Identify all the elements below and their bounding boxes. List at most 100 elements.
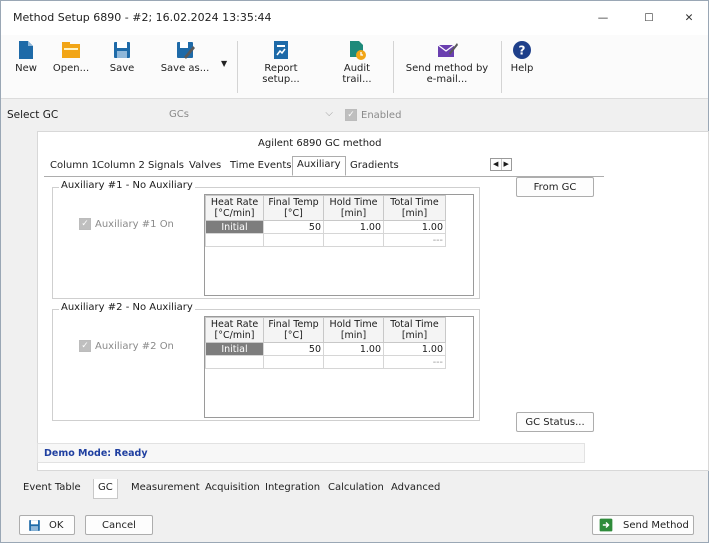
table-row[interactable]: Initial 50 1.00 1.00 [205, 220, 446, 234]
final-temp-cell[interactable] [263, 233, 324, 247]
chevron-down-icon: ⌵ [325, 108, 333, 119]
hold-time-cell[interactable]: 1.00 [323, 342, 384, 356]
final-temp-header: Final Temp [°C] [263, 317, 324, 343]
method-setup-window: Method Setup 6890 - #2; 16.02.2024 13:35… [0, 0, 709, 543]
heat-rate-cell[interactable] [205, 233, 264, 247]
hold-time-cell[interactable]: 1.00 [323, 220, 384, 234]
new-label: New [15, 63, 37, 74]
email-icon [437, 43, 458, 57]
heat-rate-cell[interactable]: Initial [205, 220, 264, 234]
tab-advanced[interactable]: Advanced [387, 479, 444, 499]
tab-valves[interactable]: Valves [185, 158, 225, 176]
report-setup-label: Report setup... [262, 63, 300, 85]
checkmark-icon: ✓ [345, 109, 357, 121]
final-temp-cell[interactable]: 50 [263, 342, 324, 356]
table-row[interactable]: Initial 50 1.00 1.00 [205, 342, 446, 356]
table-row[interactable]: --- [205, 355, 446, 369]
close-button[interactable]: ✕ [666, 1, 709, 35]
auxiliary-1-title: Auxiliary #1 - No Auxiliary [59, 180, 195, 191]
auxiliary-2-group: Auxiliary #2 - No Auxiliary ✓ Auxiliary … [52, 302, 480, 421]
tab-integration[interactable]: Integration [261, 479, 324, 499]
checkmark-icon: ✓ [79, 340, 91, 352]
select-gc-label: Select GC [7, 109, 59, 121]
new-document-icon [19, 41, 33, 59]
gc-status-button[interactable]: GC Status... [516, 412, 594, 432]
save-button[interactable]: Save [105, 35, 139, 99]
help-button[interactable]: ? Help [507, 35, 537, 99]
heat-rate-cell[interactable]: Initial [205, 342, 264, 356]
method-panel: Agilent 6890 GC method Column 1 Column 2… [37, 131, 709, 471]
send-icon [599, 518, 613, 532]
send-method-email-button[interactable]: Send method by e-mail... [401, 35, 493, 99]
total-time-cell: 1.00 [383, 220, 446, 234]
scroll-right-icon[interactable]: ▶ [502, 159, 512, 170]
send-method-label-2: e-mail... [426, 74, 468, 85]
heat-rate-header: Heat Rate [°C/min] [205, 317, 264, 343]
auxiliary-1-checkbox-label: Auxiliary #1 On [95, 218, 174, 230]
enabled-checkbox[interactable]: ✓ Enabled [345, 109, 401, 121]
gc-select[interactable]: GCs ⌵ [167, 106, 337, 125]
save-as-dropdown-icon[interactable]: ▼ [221, 59, 227, 68]
table-header-row: Heat Rate [°C/min] Final Temp [°C] Hold Ti… [205, 195, 446, 221]
tab-signals[interactable]: Signals [144, 158, 188, 176]
tab-measurement[interactable]: Measurement [127, 479, 204, 499]
tab-auxiliary[interactable]: Auxiliary [292, 156, 346, 176]
auxiliary-2-checkbox[interactable]: ✓ Auxiliary #2 On [79, 340, 174, 352]
audit-trail-button[interactable]: Audit trail... [329, 35, 385, 99]
save-disk-icon [114, 42, 130, 58]
window-title: Method Setup 6890 - #2; 16.02.2024 13:35… [13, 11, 272, 24]
footer: OK Cancel Send Method [1, 505, 708, 543]
new-button[interactable]: New [9, 35, 43, 99]
auxiliary-1-checkbox[interactable]: ✓ Auxiliary #1 On [79, 218, 174, 230]
send-method-button[interactable]: Send Method [592, 515, 694, 535]
save-as-icon [177, 42, 195, 59]
hold-time-cell[interactable] [323, 233, 384, 247]
audit-trail-icon [350, 41, 366, 60]
cancel-button[interactable]: Cancel [85, 515, 153, 535]
save-disk-icon [29, 519, 40, 531]
ok-button[interactable]: OK [19, 515, 75, 535]
tab-time-events[interactable]: Time Events [226, 158, 296, 176]
scroll-left-icon[interactable]: ◀ [491, 159, 502, 170]
method-heading: Agilent 6890 GC method [258, 138, 382, 149]
report-setup-button[interactable]: Report setup... [245, 35, 317, 99]
ok-label: OK [49, 519, 64, 531]
help-icon: ? [513, 41, 531, 59]
open-folder-icon [62, 42, 80, 58]
open-button[interactable]: Open... [49, 35, 93, 99]
total-time-header: Total Time [min] [383, 317, 446, 343]
total-time-header: Total Time [min] [383, 195, 446, 221]
tab-gc[interactable]: GC [93, 479, 118, 499]
save-label: Save [109, 63, 135, 74]
hold-time-cell[interactable] [323, 355, 384, 369]
auxiliary-2-title: Auxiliary #2 - No Auxiliary [59, 302, 195, 313]
checkmark-icon: ✓ [79, 218, 91, 230]
tab-calculation[interactable]: Calculation [324, 479, 388, 499]
total-time-cell: --- [383, 233, 446, 247]
minimize-button[interactable]: — [580, 1, 626, 35]
save-as-button[interactable]: Save as... ▼ [151, 35, 227, 99]
open-label: Open... [52, 63, 90, 74]
final-temp-cell[interactable]: 50 [263, 220, 324, 234]
tab-event-table[interactable]: Event Table [19, 479, 85, 499]
auxiliary-1-group: Auxiliary #1 - No Auxiliary ✓ Auxiliary … [52, 180, 480, 299]
toolbar-separator [501, 41, 502, 93]
status-bar: Demo Mode: Ready [37, 443, 585, 463]
auxiliary-2-table[interactable]: Heat Rate [°C/min] Final Temp [°C] Hold Ti… [204, 316, 474, 418]
send-method-label: Send Method [623, 519, 689, 531]
auxiliary-2-checkbox-label: Auxiliary #2 On [95, 340, 174, 352]
auxiliary-1-table[interactable]: Heat Rate [°C/min] Final Temp [°C] Hold Ti… [204, 194, 474, 296]
from-gc-button[interactable]: From GC [516, 177, 594, 197]
heat-rate-header: Heat Rate [°C/min] [205, 195, 264, 221]
title-bar: Method Setup 6890 - #2; 16.02.2024 13:35… [1, 1, 708, 35]
table-row[interactable]: --- [205, 233, 446, 247]
tab-gradients[interactable]: Gradients [346, 158, 403, 176]
tab-acquisition[interactable]: Acquisition [201, 479, 264, 499]
toolbar: New Open... Save Save as... ▼ Report set… [1, 35, 708, 99]
select-gc-row: Select GC GCs ⌵ ✓ Enabled [1, 105, 708, 127]
tab-column-2[interactable]: Column 2 [93, 158, 149, 176]
final-temp-cell[interactable] [263, 355, 324, 369]
heat-rate-cell[interactable] [205, 355, 264, 369]
tab-scroll-arrows[interactable]: ◀ ▶ [490, 158, 512, 171]
save-as-label: Save as... [160, 63, 210, 74]
